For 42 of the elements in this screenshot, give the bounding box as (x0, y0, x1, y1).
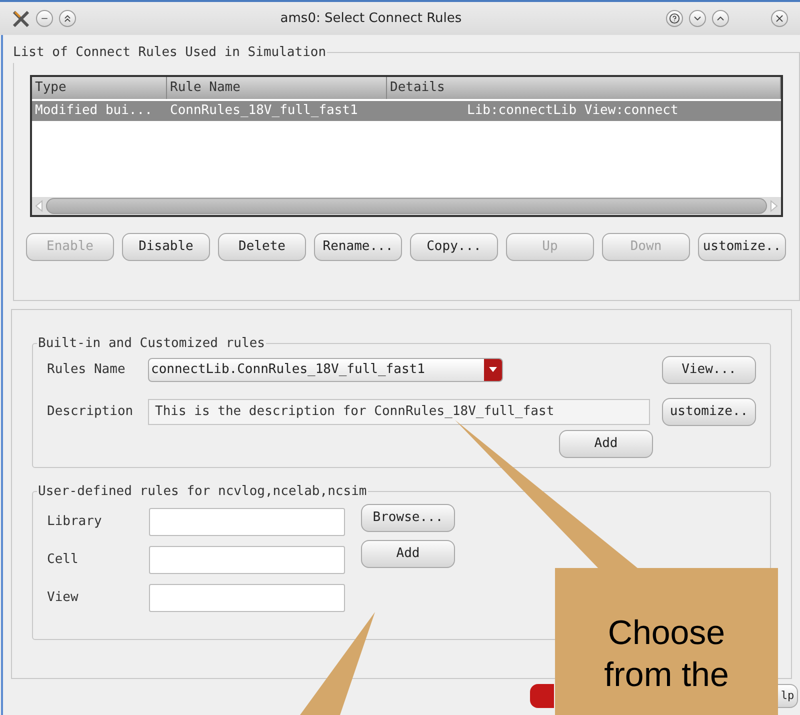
table-cell-text: Modified bui... (34, 102, 154, 120)
column-header[interactable]: Details (387, 76, 781, 98)
close-icon[interactable] (771, 10, 788, 27)
rules-name-dropdown[interactable]: connectLib.ConnRules_18V_full_fast1 (148, 358, 503, 382)
view-button[interactable]: View... (662, 356, 756, 384)
x-logo-icon (12, 10, 30, 26)
group-title: List of Connect Rules Used in Simulation (12, 44, 328, 62)
chevron-down-icon[interactable] (689, 10, 706, 27)
customize-button[interactable]: ustomize.. (662, 398, 756, 426)
field-label: Library (47, 512, 103, 531)
footer-button[interactable] (530, 684, 554, 708)
field-label: Cell (47, 550, 80, 569)
scroll-right-icon[interactable] (769, 200, 779, 212)
input-field[interactable] (149, 546, 345, 574)
add-button[interactable]: Add (559, 430, 653, 458)
action-button[interactable]: Disable (122, 232, 210, 260)
field-label: Description (47, 402, 134, 421)
description-field: This is the description for ConnRules_18V_full_fast (148, 398, 650, 424)
action-button[interactable]: Copy... (410, 232, 498, 260)
table-cell-text: Lib:connectLib View:connect (466, 102, 680, 120)
callout-text: Choose from the (604, 613, 729, 696)
help-icon[interactable] (666, 10, 683, 27)
field-label: View (47, 588, 80, 607)
input-field[interactable] (149, 584, 345, 612)
input-field[interactable] (149, 508, 345, 536)
table-cell-text: ConnRules_18V_full_fast1 (169, 102, 359, 120)
minimize-icon[interactable] (36, 10, 53, 27)
group-title: User-defined rules for ncvlog,ncelab,ncsim (37, 483, 368, 501)
field-label: Rules Name (47, 360, 126, 379)
browse-button[interactable]: Browse... (361, 504, 455, 532)
help-button[interactable]: lp (778, 684, 798, 708)
scroll-left-icon[interactable] (34, 200, 44, 212)
column-header[interactable]: Rule Name (167, 76, 387, 98)
shade-icon[interactable] (59, 10, 76, 27)
action-button[interactable]: ustomize.. (698, 232, 786, 260)
add-button[interactable]: Add (361, 540, 455, 568)
chevron-up-icon[interactable] (712, 10, 729, 27)
action-button[interactable]: Rename... (314, 232, 402, 260)
column-header[interactable]: Type (32, 76, 167, 98)
window-title: ams0: Select Connect Rules (279, 10, 463, 28)
action-button[interactable]: Delete (218, 232, 306, 260)
group-title: Built-in and Customized rules (37, 335, 266, 353)
